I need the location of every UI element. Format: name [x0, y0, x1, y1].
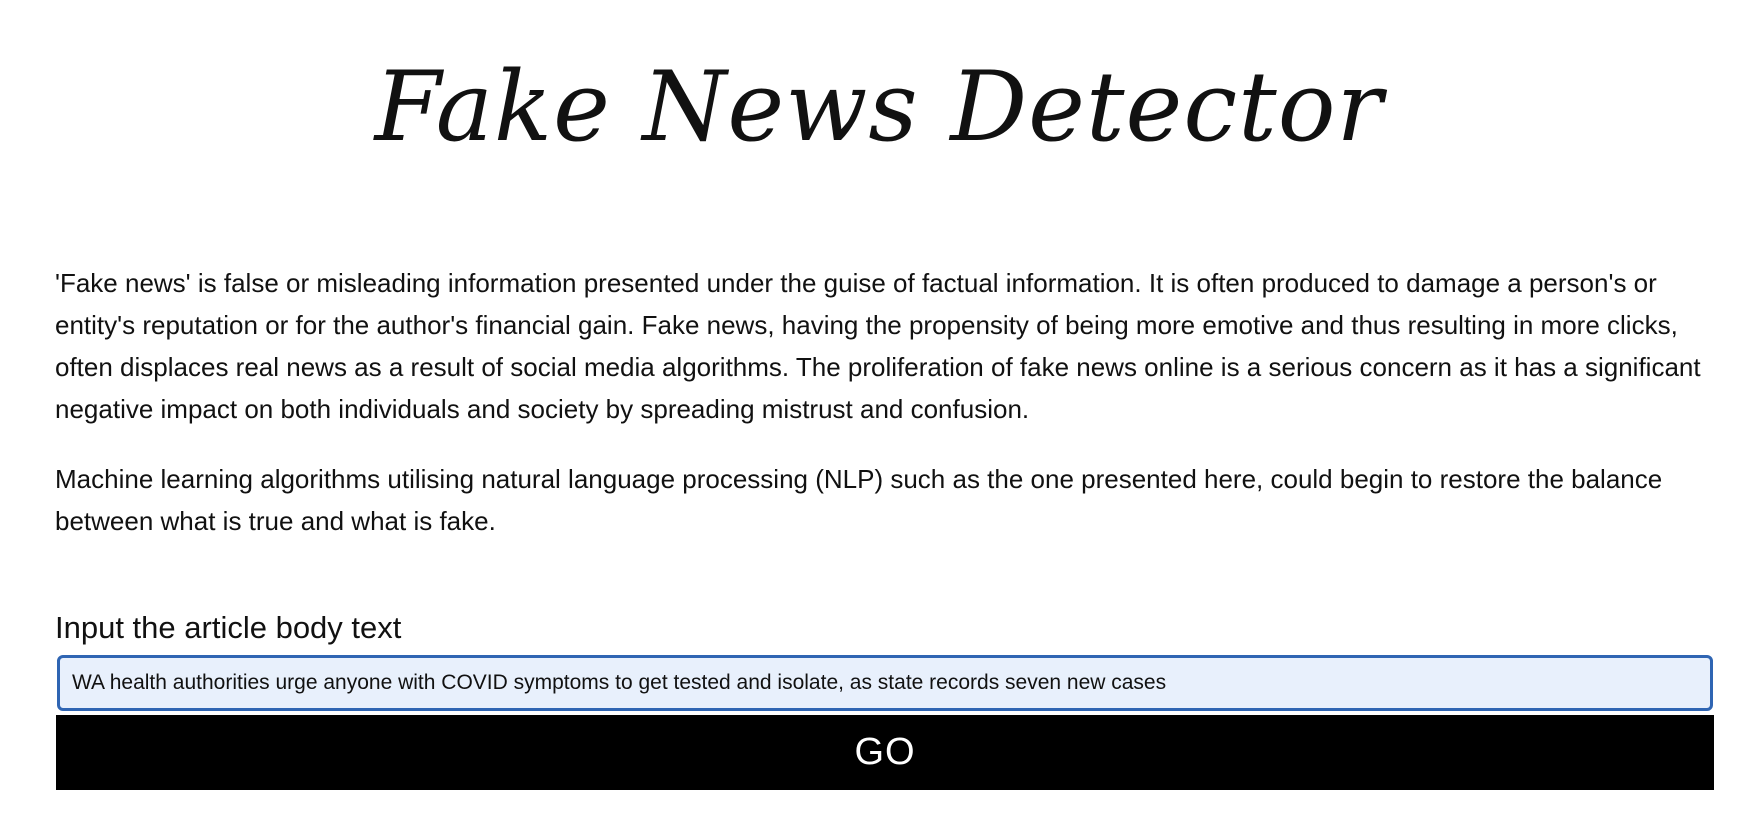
page-title: Fake News Detector: [374, 51, 1384, 163]
intro-paragraph-nlp: Machine learning algorithms utilising na…: [55, 464, 1663, 536]
article-input-label: Input the article body text: [55, 610, 402, 645]
go-button[interactable]: GO: [56, 715, 1714, 790]
intro-paragraph-fake-news: 'Fake news' is false or misleading infor…: [55, 268, 1701, 424]
article-text-input[interactable]: [57, 655, 1713, 711]
intro-section: 'Fake news' is false or misleading infor…: [55, 262, 1715, 570]
